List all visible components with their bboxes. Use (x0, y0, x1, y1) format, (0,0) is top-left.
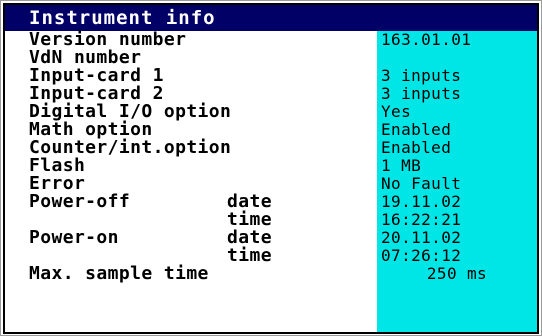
power-on-date-value: 20.11.02 (381, 228, 462, 247)
digital-io-option-value: Yes (381, 102, 412, 121)
power-off-time-value: 16:22:21 (381, 210, 462, 229)
instrument-info-screen: Instrument info Version number 163.01.01… (0, 0, 542, 336)
input-card-1-value: 3 inputs (381, 66, 462, 85)
power-off-date-value: 19.11.02 (381, 192, 462, 211)
power-on-time-label: time (227, 245, 272, 266)
error-value: No Fault (381, 174, 462, 193)
input-card-2-value: 3 inputs (381, 84, 462, 103)
version-number-value: 163.01.01 (381, 30, 472, 49)
instrument-info-panel: Instrument info Version number 163.01.01… (3, 3, 539, 334)
row-max-sample-time: Max. sample time 250 ms (5, 265, 537, 283)
power-off-label: Power-off (29, 191, 131, 212)
flash-value: 1 MB (381, 156, 422, 175)
counter-int-option-value: Enabled (381, 138, 452, 157)
power-on-time-value: 07:26:12 (381, 246, 462, 265)
window-title: Instrument info (29, 7, 216, 29)
max-sample-time-value: 250 ms (426, 264, 488, 283)
max-sample-time-label: Max. sample time (29, 263, 209, 284)
title-bar: Instrument info (5, 5, 537, 31)
math-option-value: Enabled (381, 120, 452, 139)
power-on-label: Power-on (29, 227, 119, 248)
